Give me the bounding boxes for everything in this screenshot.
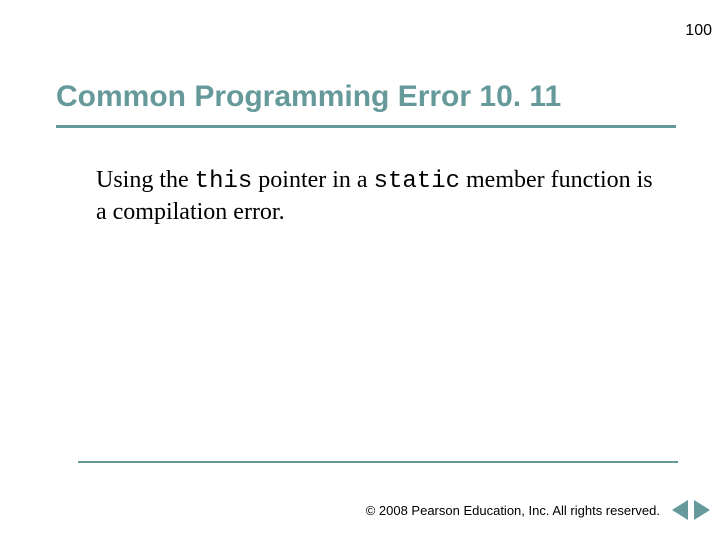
body-part-1: Using the bbox=[96, 167, 195, 193]
page-number: 100 bbox=[685, 22, 712, 40]
body-part-2: pointer in a bbox=[252, 167, 373, 193]
footer: © 2008 Pearson Education, Inc. All right… bbox=[366, 500, 710, 520]
body-text: Using the this pointer in a static membe… bbox=[96, 165, 656, 227]
title-underline bbox=[56, 125, 676, 128]
previous-slide-icon[interactable] bbox=[672, 500, 688, 520]
slide-title: Common Programming Error 10. 11 bbox=[56, 80, 561, 114]
code-this: this bbox=[195, 168, 253, 195]
footer-rule bbox=[78, 461, 678, 463]
next-slide-icon[interactable] bbox=[694, 500, 710, 520]
copyright-text: © 2008 Pearson Education, Inc. All right… bbox=[366, 503, 660, 518]
code-static: static bbox=[374, 168, 460, 195]
